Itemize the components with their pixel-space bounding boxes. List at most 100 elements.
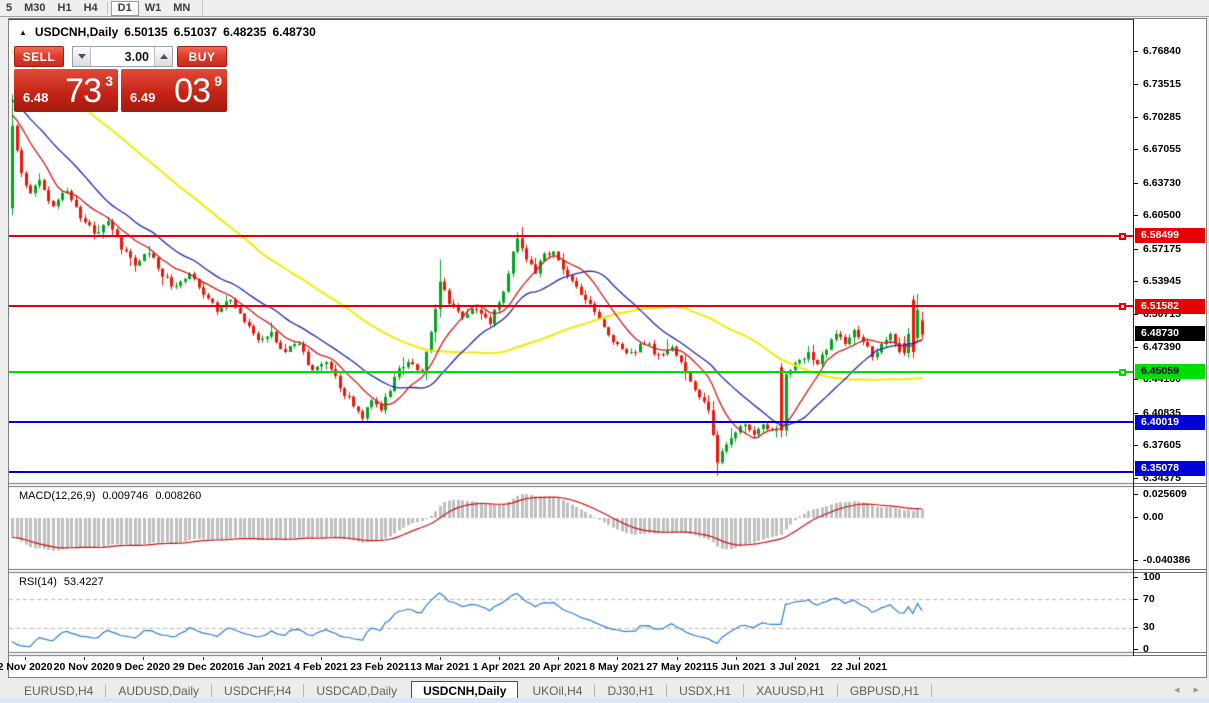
date-label: 29 Dec 2020 xyxy=(173,661,233,673)
pane-separator xyxy=(1134,569,1207,570)
tab-divider xyxy=(931,684,932,697)
macd-axis-label: 0.025609 xyxy=(1143,487,1187,501)
date-label: 4 Feb 2021 xyxy=(294,661,348,673)
tab-scroll-right-icon[interactable]: ▸ xyxy=(1193,683,1199,696)
buy-button[interactable]: BUY xyxy=(177,46,227,67)
chart-plot-area: ▲ USDCNH,Daily 6.50135 6.51037 6.48235 6… xyxy=(9,19,1133,677)
price-tick-label: 6.76840 xyxy=(1143,44,1181,58)
price-tick-label: 6.47390 xyxy=(1143,340,1181,354)
sell-price-prefix: 6.48 xyxy=(23,90,48,105)
date-tick xyxy=(558,657,559,660)
macd-value: 0.009746 xyxy=(102,490,148,502)
price-tick-label: 6.57175 xyxy=(1143,242,1181,256)
chevron-down-icon xyxy=(78,54,86,59)
toolbar-divider xyxy=(107,2,108,14)
status-strip xyxy=(0,698,1209,703)
date-label: 2 Nov 2020 xyxy=(0,661,52,673)
rsi-label: RSI(14) 53.4227 xyxy=(19,576,104,588)
axis-tick xyxy=(1134,517,1138,518)
date-label: 27 May 2021 xyxy=(646,661,707,673)
current-price-badge: 6.48730 xyxy=(1135,326,1205,341)
chart-low: 6.48235 xyxy=(223,25,266,39)
sell-button[interactable]: SELL xyxy=(14,46,64,67)
date-label: 16 Jan 2021 xyxy=(233,661,292,673)
date-label: 13 Mar 2021 xyxy=(410,661,470,673)
date-label: 8 May 2021 xyxy=(589,661,644,673)
date-label: 20 Nov 2020 xyxy=(54,661,115,673)
timeframe-button-d1[interactable]: D1 xyxy=(111,1,139,16)
date-axis[interactable]: 2 Nov 2020 20 Nov 2020 9 Dec 2020 29 Dec… xyxy=(9,657,1206,677)
horizontal-level-line[interactable] xyxy=(9,471,1133,473)
level-line-handle[interactable] xyxy=(1119,233,1126,240)
timeframe-button-mn[interactable]: MN xyxy=(167,1,196,16)
sell-price-display[interactable]: 6.48 73 3 xyxy=(14,69,118,112)
buy-price-display[interactable]: 6.49 03 9 xyxy=(121,69,227,112)
sell-price-main: 73 xyxy=(65,72,101,111)
tab-scroll-left-icon[interactable]: ◂ xyxy=(1174,683,1180,696)
collapse-triangle-icon[interactable]: ▲ xyxy=(19,28,27,37)
date-label: 1 Apr 2021 xyxy=(473,661,526,673)
date-tick xyxy=(677,657,678,660)
timeframe-button-w1[interactable]: W1 xyxy=(139,1,168,16)
support-price-badge: 6.40019 xyxy=(1135,415,1205,430)
horizontal-level-line[interactable] xyxy=(9,235,1133,237)
chart-window: ▲ USDCNH,Daily 6.50135 6.51037 6.48235 6… xyxy=(8,18,1207,678)
horizontal-level-line[interactable] xyxy=(9,371,1133,373)
volume-decrease-button[interactable] xyxy=(73,47,91,66)
horizontal-level-line[interactable] xyxy=(9,421,1133,423)
axis-tick xyxy=(1134,149,1138,150)
price-tick-label: 6.37605 xyxy=(1143,438,1181,452)
pane-separator xyxy=(1134,483,1207,484)
volume-input[interactable] xyxy=(91,47,154,66)
price-chart-canvas[interactable] xyxy=(9,20,1133,660)
timeframe-button-h4[interactable]: H4 xyxy=(78,1,104,16)
timeframe-button-m30[interactable]: M30 xyxy=(18,1,51,16)
axis-tick xyxy=(1134,183,1138,184)
rsi-axis-label: 0 xyxy=(1143,642,1149,656)
axis-tick xyxy=(1134,478,1138,479)
rsi-value: 53.4227 xyxy=(64,576,104,588)
volume-increase-button[interactable] xyxy=(154,47,172,66)
date-tick xyxy=(795,657,796,660)
buy-price-main: 03 xyxy=(174,72,210,111)
date-tick xyxy=(203,657,204,660)
price-tick-label: 6.67055 xyxy=(1143,142,1181,156)
buy-price-pip: 9 xyxy=(214,73,222,89)
macd-axis-label: 0.00 xyxy=(1143,510,1163,524)
axis-tick xyxy=(1134,215,1138,216)
axis-tick xyxy=(1134,599,1138,600)
date-tick xyxy=(262,657,263,660)
level-line-handle[interactable] xyxy=(1119,369,1126,376)
pane-separator xyxy=(1134,652,1207,653)
macd-name: MACD(12,26,9) xyxy=(19,490,95,502)
axis-tick xyxy=(1134,494,1138,495)
one-click-trading-panel: SELL BUY 6.48 73 3 6.49 xyxy=(14,46,227,112)
price-tick-label: 6.73515 xyxy=(1143,77,1181,91)
date-label: 23 Feb 2021 xyxy=(350,661,410,673)
axis-tick xyxy=(1134,347,1138,348)
rsi-axis-label: 70 xyxy=(1143,592,1155,606)
date-tick xyxy=(321,657,322,660)
pane-separator xyxy=(1134,486,1207,487)
date-label: 22 Jul 2021 xyxy=(831,661,887,673)
price-axis[interactable]: 6.76840 6.73515 6.70285 6.67055 6.63730 … xyxy=(1133,19,1206,656)
timeframe-button-h1[interactable]: H1 xyxy=(52,1,78,16)
axis-tick xyxy=(1134,627,1138,628)
macd-label: MACD(12,26,9) 0.009746 0.008260 xyxy=(19,490,201,502)
chart-high: 6.51037 xyxy=(174,25,217,39)
date-tick xyxy=(143,657,144,660)
resistance-price-badge: 6.58499 xyxy=(1135,228,1205,243)
rsi-name: RSI(14) xyxy=(19,576,57,588)
timeframe-button-m5[interactable]: 5 xyxy=(0,1,18,16)
horizontal-level-line[interactable] xyxy=(9,305,1133,307)
axis-tick xyxy=(1134,314,1138,315)
chart-title: ▲ USDCNH,Daily 6.50135 6.51037 6.48235 6… xyxy=(19,25,316,39)
volume-stepper xyxy=(72,46,173,67)
date-tick xyxy=(84,657,85,660)
pane-separator xyxy=(1134,572,1207,573)
date-label: 15 Jun 2021 xyxy=(706,661,766,673)
level-line-handle[interactable] xyxy=(1119,303,1126,310)
axis-tick xyxy=(1134,445,1138,446)
chart-close: 6.48730 xyxy=(272,25,315,39)
price-tick-label: 6.70285 xyxy=(1143,110,1181,124)
